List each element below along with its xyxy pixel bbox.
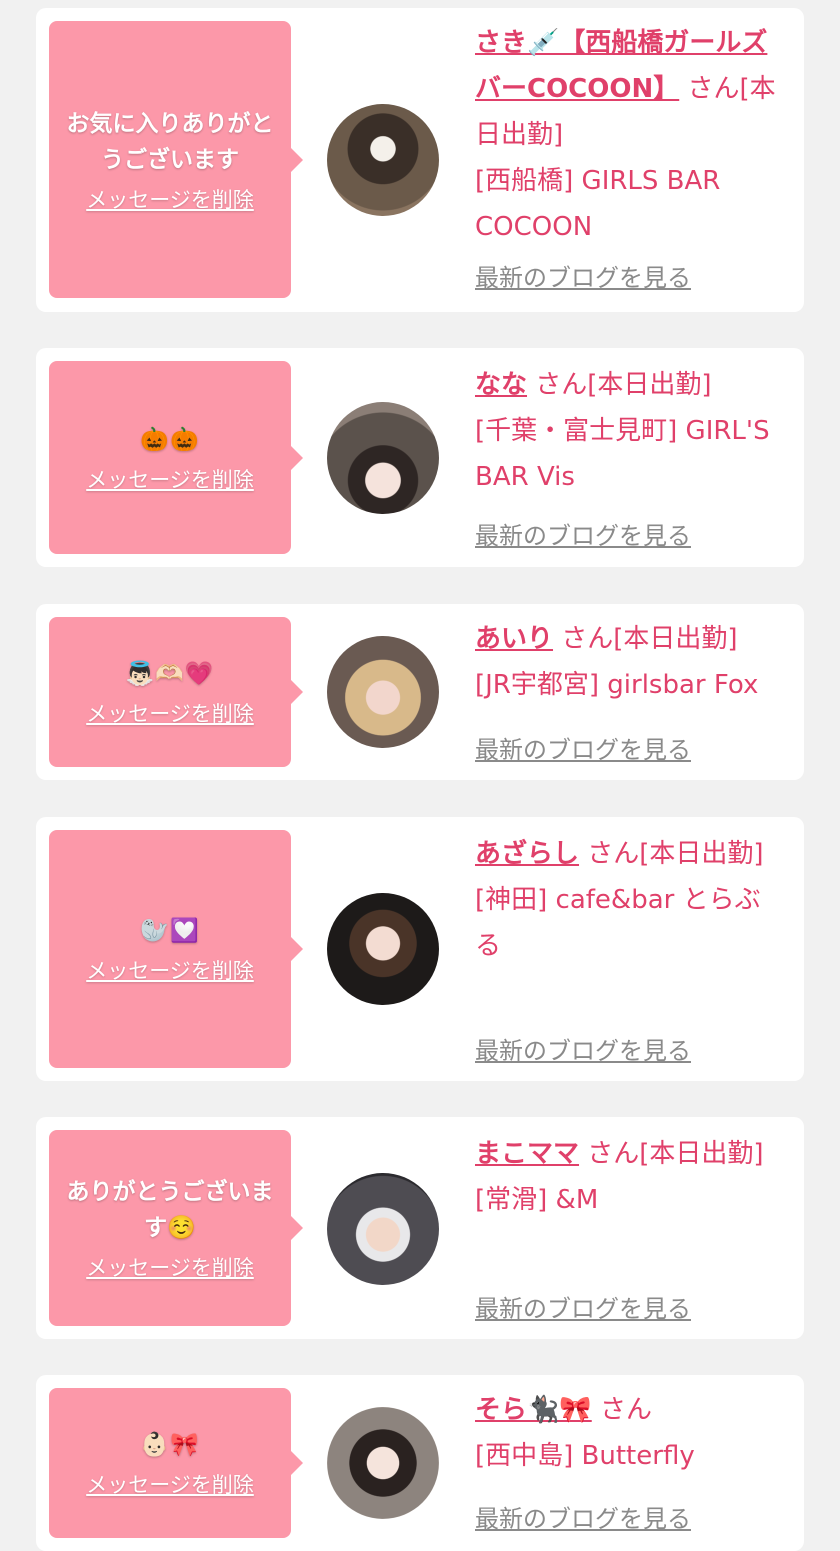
status-text: さん[本日出勤]: [587, 839, 764, 869]
delete-message-link[interactable]: メッセージを削除: [86, 184, 254, 214]
favorite-card: 👼🏻🫶🏻💗 メッセージを削除 あいり さん[本日出勤] [JR宇都宮] girl…: [36, 604, 804, 780]
message-bubble: ありがとうございます☺️ メッセージを削除: [49, 1130, 303, 1326]
cast-name-link[interactable]: なな: [475, 370, 527, 400]
latest-blog-link[interactable]: 最新のブログを見る: [475, 258, 691, 293]
cast-name-link[interactable]: あいり: [475, 624, 553, 654]
message-bubble: 👶🏻🎀 メッセージを削除: [49, 1388, 303, 1538]
message-bubble: 🦭💟 メッセージを削除: [49, 830, 303, 1068]
message-text: 👶🏻🎀: [140, 1432, 200, 1458]
latest-blog-link[interactable]: 最新のブログを見る: [475, 730, 691, 765]
favorite-card: 🎃🎃 メッセージを削除 なな さん[本日出勤] [千葉・富士見町] GIRL'S…: [36, 348, 804, 567]
latest-blog-link[interactable]: 最新のブログを見る: [475, 516, 691, 551]
message-text: ありがとうございます☺️: [66, 1179, 274, 1241]
shop-text: [JR宇都宮] girlsbar Fox: [475, 670, 759, 700]
message-bubble: 👼🏻🫶🏻💗 メッセージを削除: [49, 617, 303, 767]
status-text: さん[本日出勤]: [587, 1139, 764, 1169]
cast-info: まこママ さん[本日出勤] [常滑] &M: [475, 1131, 781, 1223]
shop-text: [西船橋] GIRLS BAR COCOON: [475, 166, 721, 242]
shop-text: [常滑] &M: [475, 1185, 599, 1215]
cast-info: あざらし さん[本日出勤] [神田] cafe&bar とらぶる: [475, 831, 781, 969]
delete-message-link[interactable]: メッセージを削除: [86, 698, 254, 728]
avatar[interactable]: [327, 893, 439, 1005]
message-text: 👼🏻🫶🏻💗: [125, 661, 215, 687]
shop-text: [千葉・富士見町] GIRL'S BAR Vis: [475, 416, 770, 492]
favorite-card: お気に入りありがとうございます メッセージを削除 さき💉【西船橋ガールズバーCO…: [36, 8, 804, 312]
cast-info: さき💉【西船橋ガールズバーCOCOON】 さん[本日出勤] [西船橋] GIRL…: [475, 20, 781, 250]
message-text: 🦭💟: [140, 918, 200, 944]
status-text: さん[本日出勤]: [535, 370, 712, 400]
latest-blog-link[interactable]: 最新のブログを見る: [475, 1289, 691, 1324]
delete-message-link[interactable]: メッセージを削除: [86, 1252, 254, 1282]
latest-blog-link[interactable]: 最新のブログを見る: [475, 1031, 691, 1066]
favorite-card: 👶🏻🎀 メッセージを削除 そら🐈‍⬛🎀 さん [西中島] Butterfly 最…: [36, 1375, 804, 1551]
status-text: さん[本日出勤]: [561, 624, 738, 654]
favorite-card: 🦭💟 メッセージを削除 あざらし さん[本日出勤] [神田] cafe&bar …: [36, 817, 804, 1081]
cast-info: なな さん[本日出勤] [千葉・富士見町] GIRL'S BAR Vis: [475, 362, 781, 500]
status-text: さん: [600, 1395, 653, 1425]
cast-info: あいり さん[本日出勤] [JR宇都宮] girlsbar Fox: [475, 616, 781, 708]
avatar[interactable]: [327, 1407, 439, 1519]
cast-name-link[interactable]: あざらし: [475, 839, 579, 869]
cast-name-link[interactable]: そら🐈‍⬛🎀: [475, 1395, 592, 1425]
shop-text: [西中島] Butterfly: [475, 1441, 695, 1471]
delete-message-link[interactable]: メッセージを削除: [86, 955, 254, 985]
avatar[interactable]: [327, 636, 439, 748]
message-bubble: お気に入りありがとうございます メッセージを削除: [49, 21, 303, 298]
delete-message-link[interactable]: メッセージを削除: [86, 464, 254, 494]
shop-text: [神田] cafe&bar とらぶる: [475, 885, 761, 961]
avatar[interactable]: [327, 104, 439, 216]
avatar[interactable]: [327, 402, 439, 514]
message-bubble: 🎃🎃 メッセージを削除: [49, 361, 303, 554]
favorite-card: ありがとうございます☺️ メッセージを削除 まこママ さん[本日出勤] [常滑]…: [36, 1117, 804, 1339]
latest-blog-link[interactable]: 最新のブログを見る: [475, 1499, 691, 1534]
cast-info: そら🐈‍⬛🎀 さん [西中島] Butterfly: [475, 1387, 781, 1479]
cast-name-link[interactable]: まこママ: [475, 1139, 579, 1169]
avatar[interactable]: [327, 1173, 439, 1285]
message-text: お気に入りありがとうございます: [66, 110, 274, 173]
message-text: 🎃🎃: [140, 426, 200, 453]
delete-message-link[interactable]: メッセージを削除: [86, 1469, 254, 1499]
